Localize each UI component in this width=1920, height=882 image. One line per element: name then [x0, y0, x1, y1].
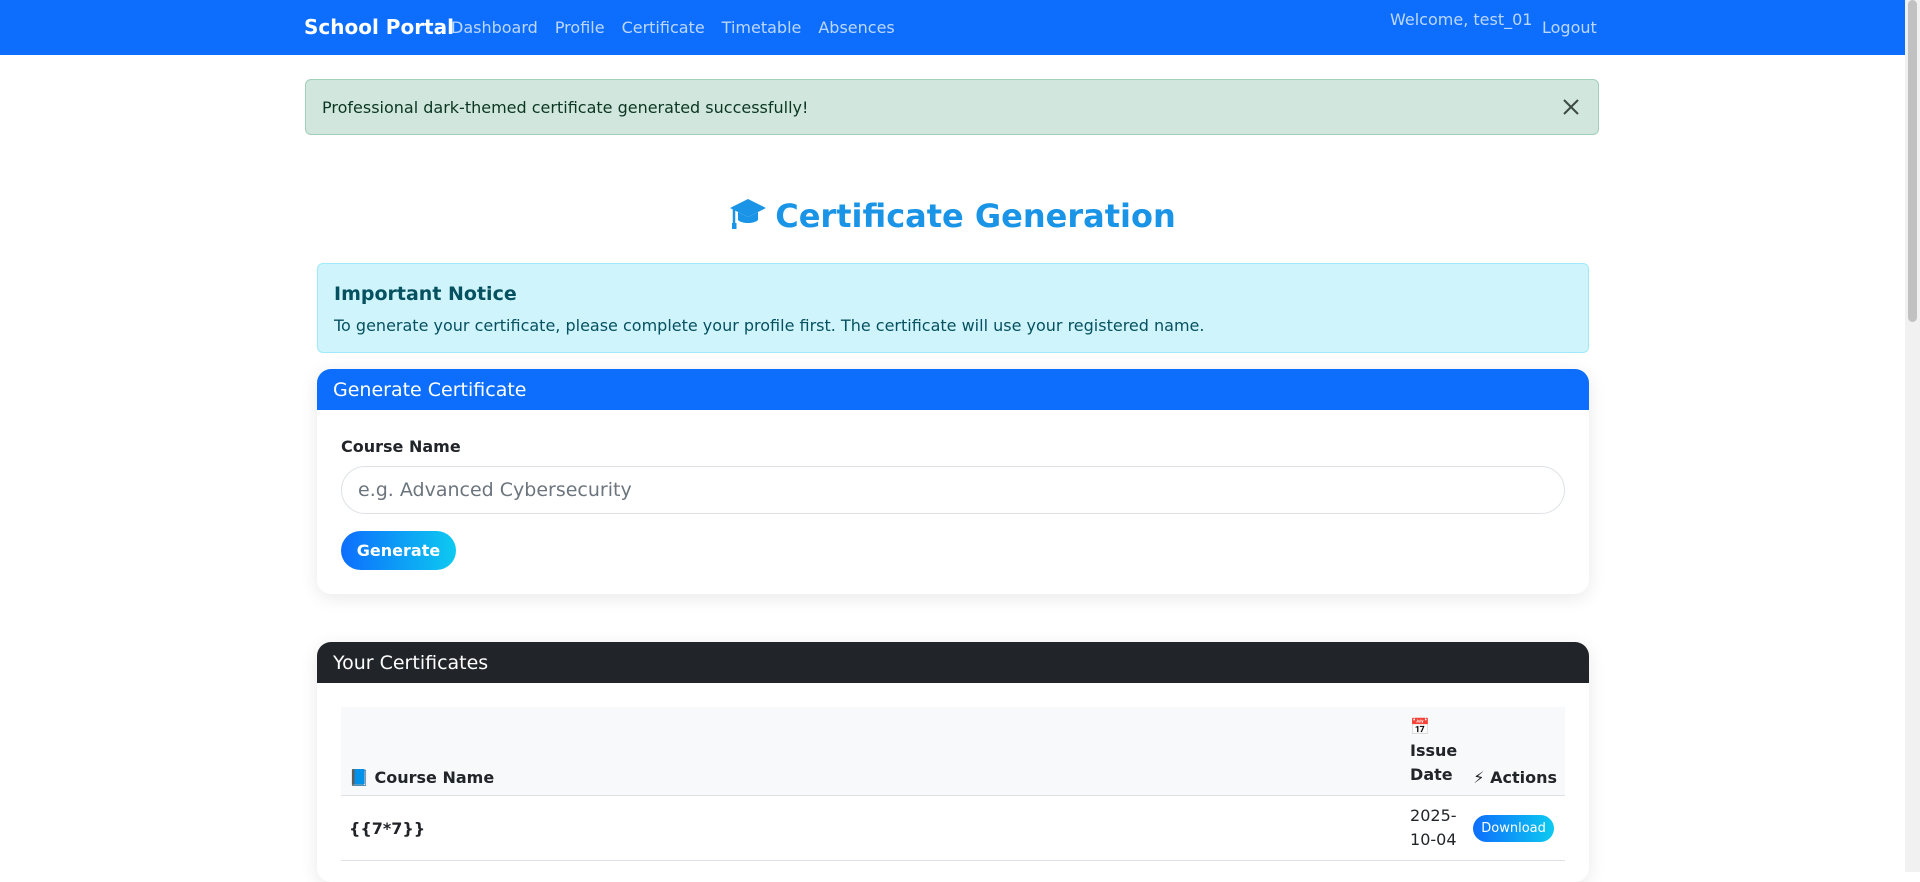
- cell-issue-date: 2025- 10-04: [1402, 795, 1466, 861]
- nav-dashboard[interactable]: Dashboard: [451, 18, 538, 37]
- column-course-name: 📘 Course Name: [341, 707, 1403, 796]
- issue-date-part-2: 10-04: [1410, 830, 1457, 849]
- success-message: Professional dark-themed certificate gen…: [322, 98, 809, 117]
- cell-actions: Download: [1465, 795, 1565, 861]
- course-name-label: Course Name: [341, 437, 461, 456]
- column-actions: ⚡ Actions: [1465, 707, 1565, 796]
- your-certificates-card: Your Certificates 📘 Course Name 📅 Issue …: [317, 642, 1589, 882]
- cell-course-name: {{7*7}}: [341, 795, 1403, 861]
- scrollbar-thumb[interactable]: [1908, 0, 1917, 322]
- nav-absences[interactable]: Absences: [818, 18, 894, 37]
- generate-card-header: Generate Certificate: [317, 369, 1589, 410]
- nav-links: Dashboard Profile Certificate Timetable …: [451, 18, 912, 37]
- page-title: Certificate Generation: [0, 196, 1905, 238]
- generate-certificate-card: Generate Certificate Course Name Generat…: [317, 369, 1589, 594]
- course-name-input[interactable]: [341, 466, 1565, 514]
- calendar-icon: 📅: [1410, 717, 1430, 736]
- table-header-row: 📘 Course Name 📅 Issue Date ⚡ Actions: [341, 707, 1565, 796]
- generate-button[interactable]: Generate: [341, 531, 456, 570]
- notice-text: To generate your certificate, please com…: [334, 316, 1205, 335]
- brand-link[interactable]: School Portal: [304, 15, 454, 39]
- logout-link[interactable]: Logout: [1542, 18, 1597, 37]
- column-issue-date: 📅 Issue Date: [1402, 707, 1466, 796]
- issue-date-part-1: 2025-: [1410, 806, 1457, 825]
- success-alert: Professional dark-themed certificate gen…: [305, 79, 1599, 135]
- issue-date-label-2: Date: [1410, 765, 1453, 784]
- close-icon[interactable]: [1558, 94, 1584, 120]
- top-navbar: School Portal Dashboard Profile Certific…: [0, 0, 1905, 55]
- page-scrollbar[interactable]: [1905, 0, 1920, 872]
- nav-certificate[interactable]: Certificate: [622, 18, 705, 37]
- welcome-text: Welcome, test_01: [1390, 10, 1533, 29]
- page-title-text: Certificate Generation: [775, 197, 1176, 235]
- table-row: {{7*7}} 2025- 10-04 Download: [341, 795, 1565, 861]
- nav-timetable[interactable]: Timetable: [722, 18, 802, 37]
- nav-profile[interactable]: Profile: [555, 18, 605, 37]
- certificates-table: 📘 Course Name 📅 Issue Date ⚡ Actions {{7…: [341, 707, 1565, 861]
- graduation-cap-icon: [729, 196, 767, 238]
- issue-date-label-1: Issue: [1410, 741, 1458, 760]
- certificates-card-header: Your Certificates: [317, 642, 1589, 683]
- important-notice: Important Notice To generate your certif…: [317, 263, 1589, 353]
- notice-heading: Important Notice: [334, 283, 517, 305]
- download-button[interactable]: Download: [1473, 814, 1554, 842]
